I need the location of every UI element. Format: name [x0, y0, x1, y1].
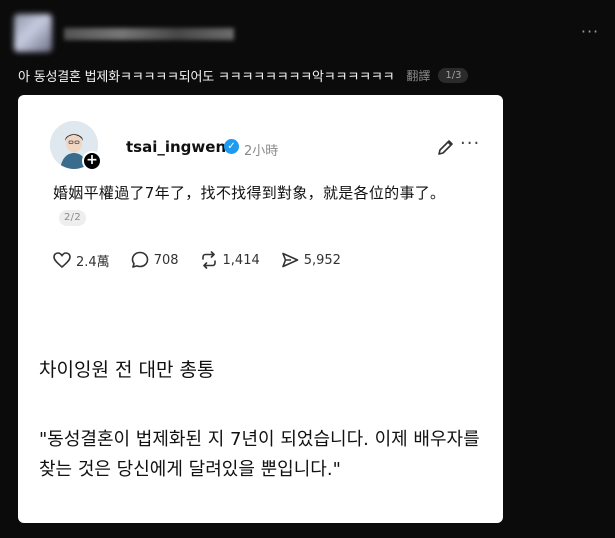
repost-button[interactable]: 1,414	[199, 250, 260, 270]
embedded-post-time: 2小時	[244, 144, 279, 159]
embedded-post-more-icon[interactable]: ···	[460, 133, 480, 154]
blurred-author-avatar[interactable]	[14, 14, 52, 52]
heart-icon	[53, 252, 71, 269]
translation-title: 차이잉원 전 대만 총통	[39, 359, 215, 381]
attached-image[interactable]: + tsai_ingwen ✓ 2小時 ··· 婚姻平權過了7年了，找不找得到對…	[18, 95, 503, 523]
like-count: 2.4萬	[76, 254, 110, 270]
send-icon	[281, 252, 299, 268]
embedded-threads-post: + tsai_ingwen ✓ 2小時 ··· 婚姻平權過了7年了，找不找得到對…	[32, 109, 482, 271]
translate-button[interactable]: 翻譯	[406, 67, 430, 84]
embedded-post-text: 婚姻平權過了7年了，找不找得到對象，就是各位的事了。 2/2	[53, 181, 473, 229]
translation-quote: "동성결혼이 법제화된 지 7년이 되었습니다. 이제 배우자를 찾는 것은 당…	[39, 429, 480, 480]
embedded-post-actions: 2.4萬 708 1,414 5,952	[52, 249, 361, 271]
repost-count: 1,414	[222, 252, 260, 268]
caption-text: 아 동성결혼 법제화ㅋㅋㅋㅋㅋ되어도 ㅋㅋㅋㅋㅋㅋㅋㅋ악ㅋㅋㅋㅋㅋㅋ	[18, 69, 395, 85]
follow-plus-icon[interactable]: +	[82, 151, 102, 171]
blurred-author-name[interactable]	[64, 28, 234, 40]
embedded-post-body: 婚姻平權過了7年了，找不找得到對象，就是各位的事了。	[53, 184, 446, 202]
repost-icon	[201, 251, 216, 269]
comment-count: 708	[153, 252, 179, 268]
embedded-post-username[interactable]: tsai_ingwen	[126, 138, 226, 156]
verified-badge-icon: ✓	[224, 139, 239, 154]
post-header: ···	[0, 0, 615, 62]
share-count: 5,952	[303, 252, 341, 268]
comment-button[interactable]: 708	[130, 250, 179, 270]
more-options-icon[interactable]: ···	[577, 22, 603, 42]
embedded-post-page-indicator: 2/2	[59, 210, 86, 226]
share-button[interactable]: 5,952	[280, 250, 341, 270]
image-page-indicator: 1/3	[438, 67, 469, 83]
edit-pencil-icon[interactable]	[436, 137, 456, 157]
comment-bubble-icon	[131, 251, 148, 268]
post-caption: 아 동성결혼 법제화ㅋㅋㅋㅋㅋ되어도 ㅋㅋㅋㅋㅋㅋㅋㅋ악ㅋㅋㅋㅋㅋㅋ 翻譯 1/…	[18, 64, 602, 86]
like-button[interactable]: 2.4萬	[52, 250, 110, 270]
